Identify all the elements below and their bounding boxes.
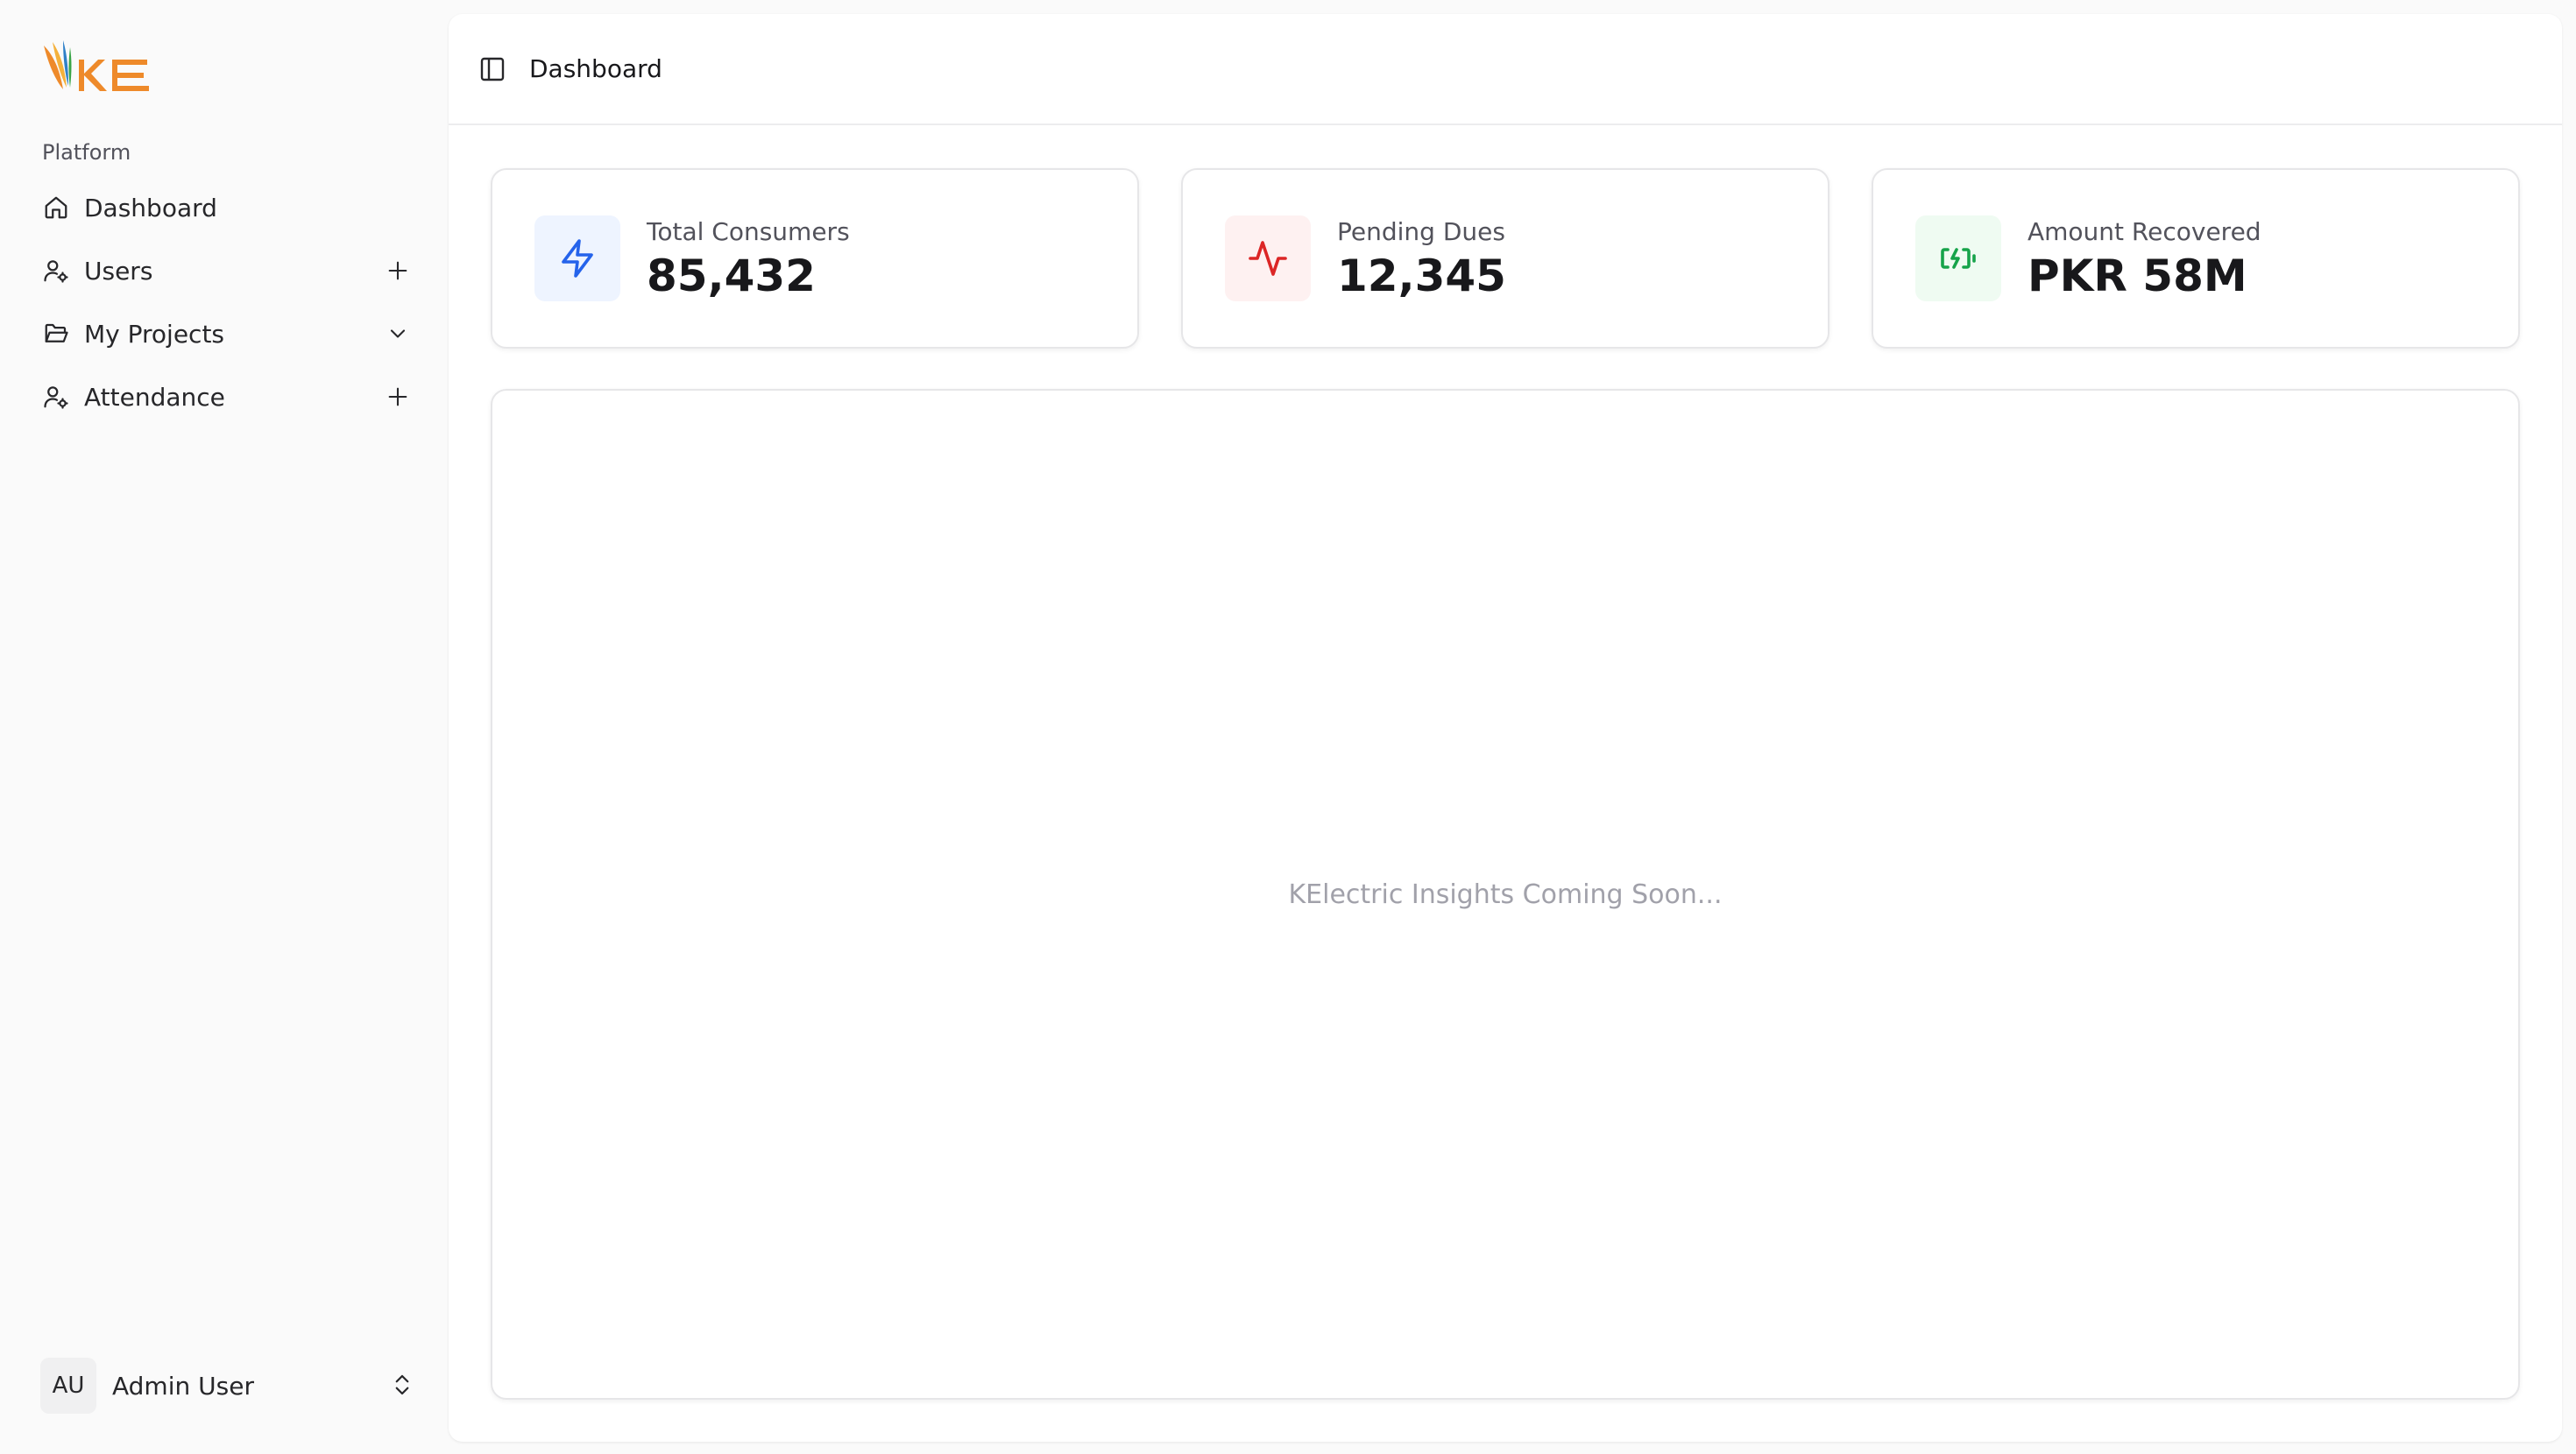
stat-card-amount-recovered: Amount Recovered PKR 58M (1872, 168, 2520, 349)
sidebar-item-label: Users (84, 256, 153, 286)
user-gear-icon (42, 383, 70, 411)
sidebar-item-label: My Projects (84, 319, 225, 349)
zap-icon (562, 239, 593, 278)
stat-icon-box (1915, 215, 2001, 301)
ke-logo[interactable] (40, 39, 180, 102)
stat-value: PKR 58M (2028, 251, 2247, 301)
stat-card-pending-dues: Pending Dues 12,345 (1181, 168, 1829, 349)
user-menu[interactable]: AU Admin User (40, 1358, 417, 1414)
stat-icon-box (534, 215, 620, 301)
stat-label: Amount Recovered (2028, 217, 2261, 246)
stats-row: Total Consumers 85,432 Pending Dues 12,3… (491, 168, 2520, 349)
sidebar-item-dashboard[interactable]: Dashboard (28, 179, 428, 236)
folder-open-icon (42, 320, 70, 348)
top-bar: Dashboard (449, 14, 2562, 125)
sidebar-item-my-projects[interactable]: My Projects (28, 305, 428, 363)
chevrons-up-down-icon (389, 1372, 417, 1400)
activity-icon (1249, 241, 1287, 276)
sidebar-item-label: Attendance (84, 382, 225, 412)
sidebar-nav: Dashboard Users My Projects Attendance (28, 179, 428, 431)
plus-icon[interactable] (384, 383, 412, 411)
stat-label: Total Consumers (647, 217, 850, 246)
sidebar: Platform Dashboard Users My Projects Att… (0, 0, 447, 1454)
stat-label: Pending Dues (1337, 217, 1505, 246)
breadcrumb: Dashboard (529, 54, 662, 83)
sidebar-group-label: Platform (42, 140, 131, 165)
user-name: Admin User (112, 1371, 254, 1401)
app-root: Platform Dashboard Users My Projects Att… (0, 0, 2576, 1454)
home-icon (42, 194, 70, 222)
sidebar-item-users[interactable]: Users (28, 242, 428, 300)
sidebar-item-attendance[interactable]: Attendance (28, 368, 428, 426)
battery-charging-icon (1941, 248, 1976, 269)
user-gear-icon (42, 257, 70, 285)
chevron-down-icon[interactable] (384, 320, 412, 348)
stat-value: 12,345 (1337, 251, 1506, 301)
insights-placeholder: KElectric Insights Coming Soon... (1288, 879, 1723, 910)
avatar: AU (40, 1358, 96, 1414)
main-panel: Dashboard Total Consumers 85,432 Pending… (449, 14, 2562, 1442)
ke-logo-mark (44, 40, 149, 91)
sidebar-toggle-icon[interactable] (477, 53, 508, 85)
insights-panel: KElectric Insights Coming Soon... (491, 389, 2520, 1400)
stat-card-total-consumers: Total Consumers 85,432 (491, 168, 1139, 349)
plus-icon[interactable] (384, 257, 412, 285)
stat-value: 85,432 (647, 251, 816, 301)
sidebar-item-label: Dashboard (84, 193, 217, 222)
stat-icon-box (1225, 215, 1311, 301)
